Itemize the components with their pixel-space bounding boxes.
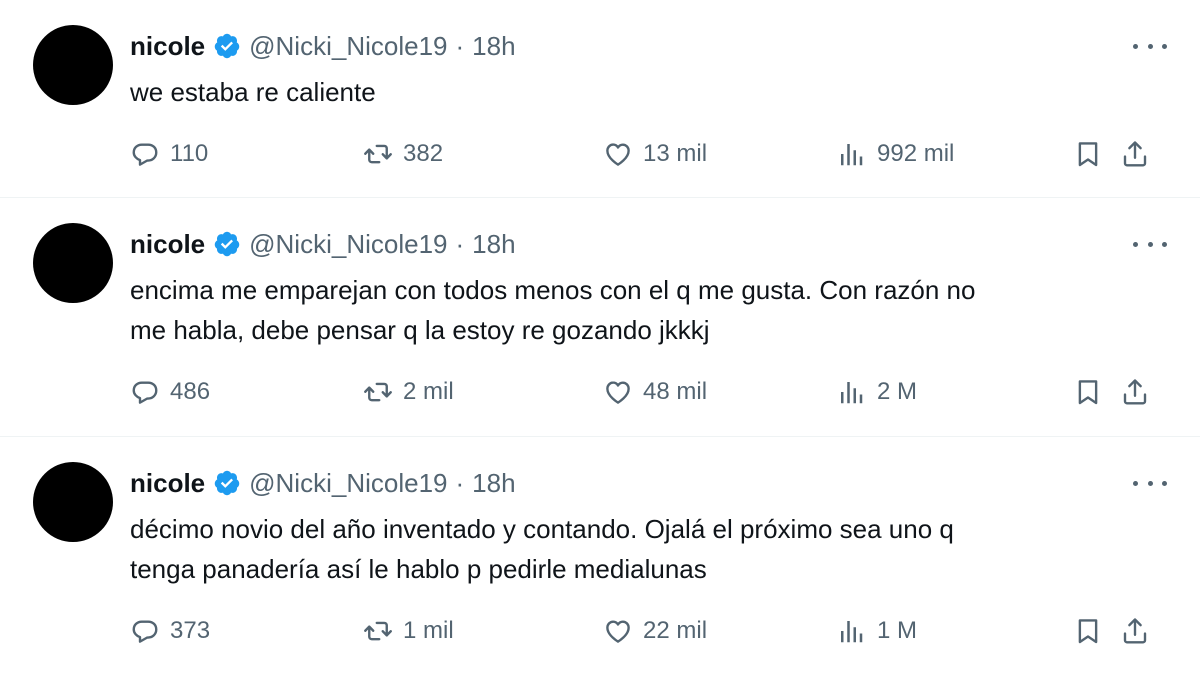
share-icon bbox=[1120, 616, 1150, 646]
share-button[interactable] bbox=[1120, 372, 1150, 412]
views-count: 2 M bbox=[877, 378, 918, 405]
retweet-count: 2 mil bbox=[403, 378, 454, 405]
timeline: nicole @Nicki_Nicole19 · 18h we estaba r… bbox=[0, 0, 1200, 674]
reply-icon bbox=[130, 139, 160, 169]
tweet-header: nicole @Nicki_Nicole19 · 18h bbox=[130, 224, 516, 264]
avatar[interactable] bbox=[33, 25, 113, 105]
tweet-header: nicole @Nicki_Nicole19 · 18h bbox=[130, 26, 516, 66]
author-name[interactable]: nicole bbox=[130, 229, 205, 260]
bookmark-button[interactable] bbox=[1073, 134, 1103, 174]
timestamp[interactable]: 18h bbox=[472, 229, 515, 260]
like-count: 22 mil bbox=[643, 617, 708, 644]
avatar[interactable] bbox=[33, 462, 113, 542]
more-icon[interactable] bbox=[1133, 232, 1167, 256]
reply-icon bbox=[130, 616, 160, 646]
retweet-button[interactable]: 382 bbox=[363, 134, 443, 174]
share-button[interactable] bbox=[1120, 134, 1150, 174]
views-count: 992 mil bbox=[877, 140, 955, 167]
bookmark-button[interactable] bbox=[1073, 372, 1103, 412]
tweet[interactable]: nicole @Nicki_Nicole19 · 18h décimo novi… bbox=[0, 437, 1200, 674]
timestamp[interactable]: 18h bbox=[472, 31, 515, 62]
views-button[interactable]: 992 mil bbox=[837, 134, 954, 174]
views-icon bbox=[837, 139, 867, 169]
views-icon bbox=[837, 616, 867, 646]
bookmark-icon bbox=[1073, 377, 1103, 407]
reply-button[interactable]: 110 bbox=[130, 134, 208, 174]
tweet-header: nicole @Nicki_Nicole19 · 18h bbox=[130, 463, 516, 503]
tweet-actions: 486 2 mil 48 mil 2 M bbox=[130, 372, 1170, 412]
more-icon[interactable] bbox=[1133, 471, 1167, 495]
bookmark-icon bbox=[1073, 616, 1103, 646]
tweet-text: encima me emparejan con todos menos con … bbox=[130, 275, 976, 345]
like-icon bbox=[603, 377, 633, 407]
tweet-text: we estaba re caliente bbox=[130, 77, 376, 107]
retweet-button[interactable]: 2 mil bbox=[363, 372, 454, 412]
retweet-icon bbox=[363, 377, 393, 407]
like-button[interactable]: 22 mil bbox=[603, 611, 707, 651]
reply-count: 373 bbox=[170, 617, 211, 644]
author-handle[interactable]: @Nicki_Nicole19 bbox=[249, 229, 447, 260]
like-button[interactable]: 13 mil bbox=[603, 134, 707, 174]
author-name[interactable]: nicole bbox=[130, 31, 205, 62]
author-handle[interactable]: @Nicki_Nicole19 bbox=[249, 31, 447, 62]
like-count: 48 mil bbox=[643, 378, 708, 405]
more-icon[interactable] bbox=[1133, 34, 1167, 58]
tweet-actions: 110 382 13 mil 992 mil bbox=[130, 134, 1170, 174]
like-icon bbox=[603, 139, 633, 169]
share-icon bbox=[1120, 139, 1150, 169]
views-button[interactable]: 1 M bbox=[837, 611, 917, 651]
reply-count: 486 bbox=[170, 378, 211, 405]
bookmark-button[interactable] bbox=[1073, 611, 1103, 651]
avatar[interactable] bbox=[33, 223, 113, 303]
tweet-text: décimo novio del año inventado y contand… bbox=[130, 514, 954, 584]
like-icon bbox=[603, 616, 633, 646]
retweet-count: 1 mil bbox=[403, 617, 454, 644]
tweet[interactable]: nicole @Nicki_Nicole19 · 18h encima me e… bbox=[0, 198, 1200, 437]
retweet-button[interactable]: 1 mil bbox=[363, 611, 454, 651]
views-icon bbox=[837, 377, 867, 407]
verified-badge-icon[interactable] bbox=[213, 469, 241, 497]
retweet-icon bbox=[363, 139, 393, 169]
like-button[interactable]: 48 mil bbox=[603, 372, 707, 412]
author-name[interactable]: nicole bbox=[130, 468, 205, 499]
share-button[interactable] bbox=[1120, 611, 1150, 651]
author-handle[interactable]: @Nicki_Nicole19 bbox=[249, 468, 447, 499]
reply-icon bbox=[130, 377, 160, 407]
retweet-count: 382 bbox=[403, 140, 444, 167]
retweet-icon bbox=[363, 616, 393, 646]
tweet[interactable]: nicole @Nicki_Nicole19 · 18h we estaba r… bbox=[0, 0, 1200, 198]
tweet-actions: 373 1 mil 22 mil 1 M bbox=[130, 611, 1170, 651]
like-count: 13 mil bbox=[643, 140, 708, 167]
separator-dot: · bbox=[455, 467, 465, 498]
bookmark-icon bbox=[1073, 139, 1103, 169]
share-icon bbox=[1120, 377, 1150, 407]
reply-button[interactable]: 373 bbox=[130, 611, 210, 651]
timestamp[interactable]: 18h bbox=[472, 468, 515, 499]
verified-badge-icon[interactable] bbox=[213, 230, 241, 258]
verified-badge-icon[interactable] bbox=[213, 32, 241, 60]
reply-button[interactable]: 486 bbox=[130, 372, 210, 412]
views-count: 1 M bbox=[877, 617, 918, 644]
views-button[interactable]: 2 M bbox=[837, 372, 917, 412]
separator-dot: · bbox=[455, 30, 465, 61]
reply-count: 110 bbox=[170, 140, 209, 167]
separator-dot: · bbox=[455, 228, 465, 259]
